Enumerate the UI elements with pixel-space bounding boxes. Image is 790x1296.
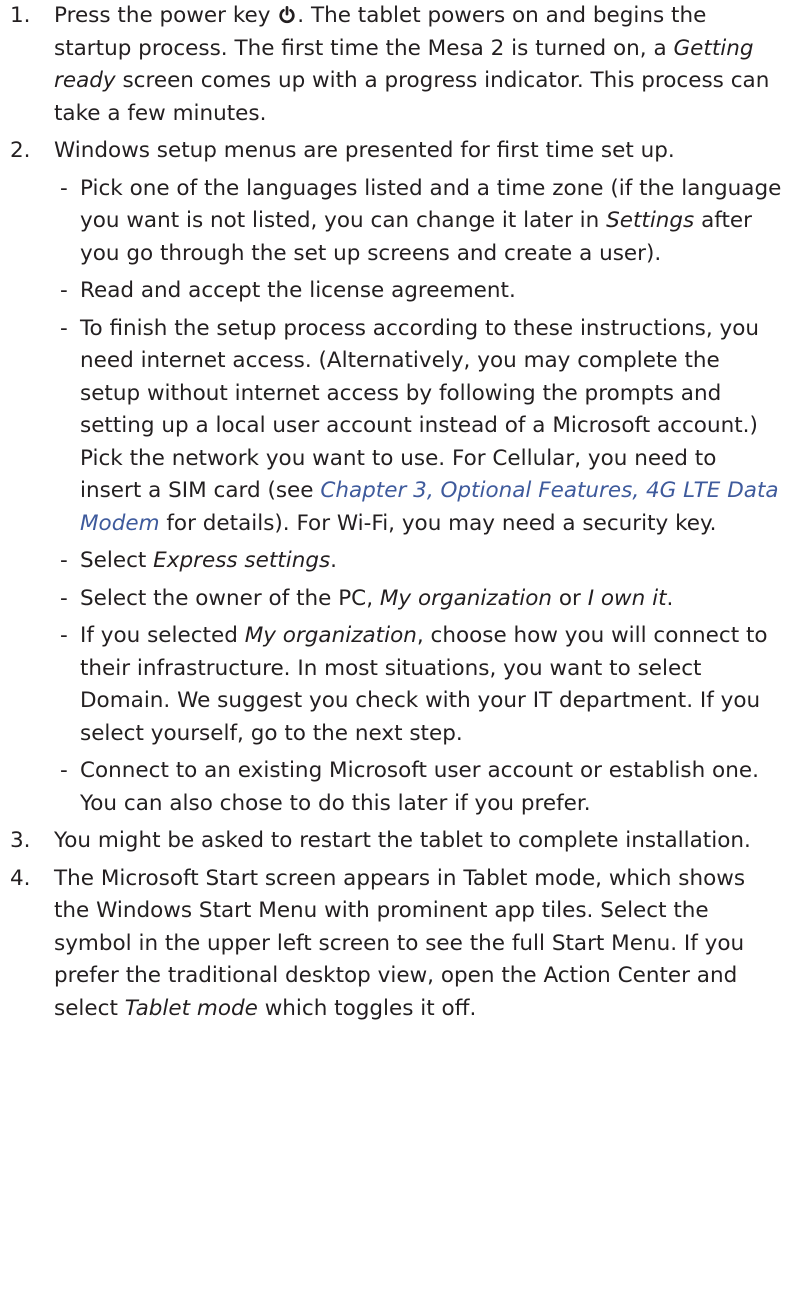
step-4: 4. The Microsoft Start screen appears in… <box>10 863 784 1026</box>
list-item: - Pick one of the languages listed and a… <box>54 173 784 271</box>
list-item: - Select Express settings. <box>54 545 784 578</box>
list-item: - If you selected My organization, choos… <box>54 620 784 750</box>
list-item: - Select the owner of the PC, My organiz… <box>54 583 784 616</box>
document-page: 1. Press the power key . The tablet powe… <box>0 0 790 1296</box>
dash-bullet: - <box>60 315 68 341</box>
dash-bullet: - <box>60 623 68 648</box>
step-3: 3. You might be asked to restart the tab… <box>10 825 784 858</box>
list-item: - Connect to an existing Microsoft user … <box>54 755 784 820</box>
power-icon <box>279 6 295 24</box>
step-number: 2. <box>10 138 31 163</box>
dash-bullet: - <box>60 548 68 573</box>
step-number: 4. <box>10 865 31 891</box>
dash-bullet: - <box>60 758 68 783</box>
step-text: You might be asked to restart the tablet… <box>54 828 751 853</box>
step-1: 1. Press the power key . The tablet powe… <box>10 0 784 130</box>
step-text: The Microsoft Start screen appears in Ta… <box>54 865 746 1021</box>
list-item: - Read and accept the license agreement. <box>54 275 784 308</box>
list-item: - To finish the setup process according … <box>54 313 784 541</box>
step-text: Windows setup menus are presented for fi… <box>54 138 675 163</box>
dash-bullet: - <box>60 585 68 611</box>
sub-list: - Pick one of the languages listed and a… <box>54 173 784 821</box>
step-number: 3. <box>10 828 31 853</box>
step-2: 2. Windows setup menus are presented for… <box>10 135 784 825</box>
step-number: 1. <box>10 3 31 28</box>
step-text: Press the power key . The tablet powers … <box>54 3 770 126</box>
dash-bullet: - <box>60 278 68 303</box>
dash-bullet: - <box>60 175 68 201</box>
